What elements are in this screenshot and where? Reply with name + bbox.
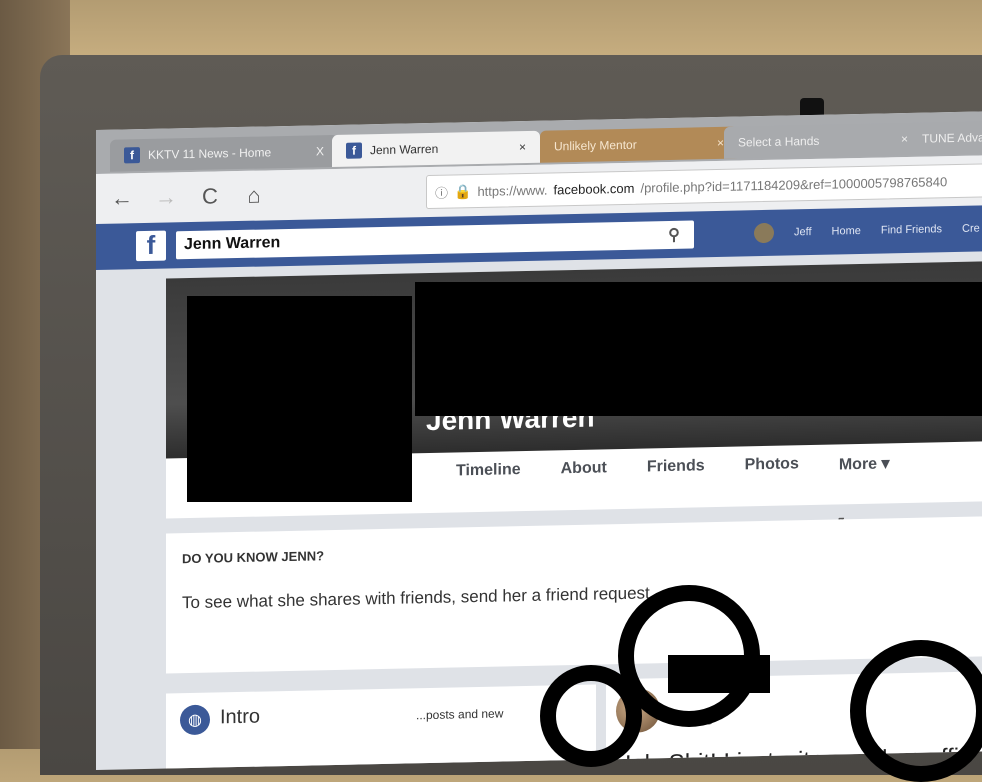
tab-kktv[interactable]: f KKTV 11 News - Home X: [110, 134, 338, 172]
redaction-profile-photo: [187, 296, 412, 502]
tab-label: KKTV 11 News - Home: [148, 145, 272, 162]
reload-icon[interactable]: C: [192, 178, 228, 215]
avatar[interactable]: [754, 222, 774, 244]
nav-home[interactable]: Home: [832, 225, 861, 238]
know-text: To see what she shares with friends, sen…: [182, 583, 655, 613]
close-tab-icon[interactable]: ×: [717, 136, 724, 150]
info-icon[interactable]: ⓘ: [435, 182, 448, 201]
watermark-ring: [540, 665, 642, 767]
tab-more[interactable]: More ▾: [839, 453, 890, 474]
nav-create[interactable]: Cre: [962, 222, 980, 234]
tab-label: TUNE Advanc: [922, 130, 982, 146]
nav-find-friends[interactable]: Find Friends: [881, 223, 942, 236]
tab-jenn-warren[interactable]: f Jenn Warren ×: [332, 130, 540, 168]
globe-icon: ◍: [180, 704, 210, 736]
url-prefix: https://www.: [477, 182, 548, 199]
watermark-ring: [850, 640, 982, 782]
do-you-know-card: DO YOU KNOW JENN? To see what she shares…: [166, 516, 982, 674]
forward-arrow-icon[interactable]: →: [148, 179, 184, 216]
facebook-nav: Jeff Home Find Friends Cre: [754, 218, 980, 244]
intro-card: ◍ Intro ...posts and new: [166, 684, 596, 770]
tab-select-hands[interactable]: Select a Hands ×: [724, 122, 922, 159]
close-tab-icon[interactable]: ×: [519, 140, 526, 154]
profile-tabs: Timeline About Friends Photos More ▾: [456, 453, 890, 482]
facebook-favicon-icon: f: [346, 142, 362, 159]
facebook-logo[interactable]: f: [136, 230, 166, 262]
tab-about[interactable]: About: [561, 459, 607, 480]
home-icon[interactable]: ⌂: [236, 177, 272, 214]
tab-photos[interactable]: Photos: [745, 455, 799, 476]
facebook-favicon-icon: f: [124, 147, 140, 164]
tab-friends[interactable]: Friends: [647, 457, 705, 478]
intro-text: ...posts and new: [416, 706, 504, 723]
nav-profile[interactable]: Jeff: [794, 226, 812, 238]
search-input[interactable]: Jenn Warren: [184, 226, 654, 254]
tab-label: Select a Hands: [738, 133, 820, 150]
tab-label: Unlikely Mentor: [554, 137, 637, 154]
intro-label: Intro: [220, 705, 261, 729]
url-path: /profile.php?id=1171184209&ref=100000579…: [640, 173, 948, 196]
facebook-search[interactable]: Jenn Warren ⚲: [176, 220, 694, 260]
tab-unlikely-mentor[interactable]: Unlikely Mentor ×: [540, 126, 738, 163]
close-tab-icon[interactable]: X: [316, 144, 324, 158]
tab-label: Jenn Warren: [370, 141, 439, 158]
tab-timeline[interactable]: Timeline: [456, 461, 521, 482]
redaction-cover: [415, 282, 982, 416]
know-heading: DO YOU KNOW JENN?: [182, 548, 325, 567]
address-bar[interactable]: ⓘ 🔒 https://www. facebook.com/profile.php…: [426, 163, 982, 210]
back-arrow-icon[interactable]: ←: [104, 180, 140, 217]
close-tab-icon[interactable]: ×: [901, 132, 908, 146]
url-domain: facebook.com: [553, 180, 635, 197]
search-icon[interactable]: ⚲: [654, 224, 694, 245]
tab-tune[interactable]: TUNE Advanc: [908, 119, 982, 155]
lock-icon: 🔒: [454, 182, 472, 200]
